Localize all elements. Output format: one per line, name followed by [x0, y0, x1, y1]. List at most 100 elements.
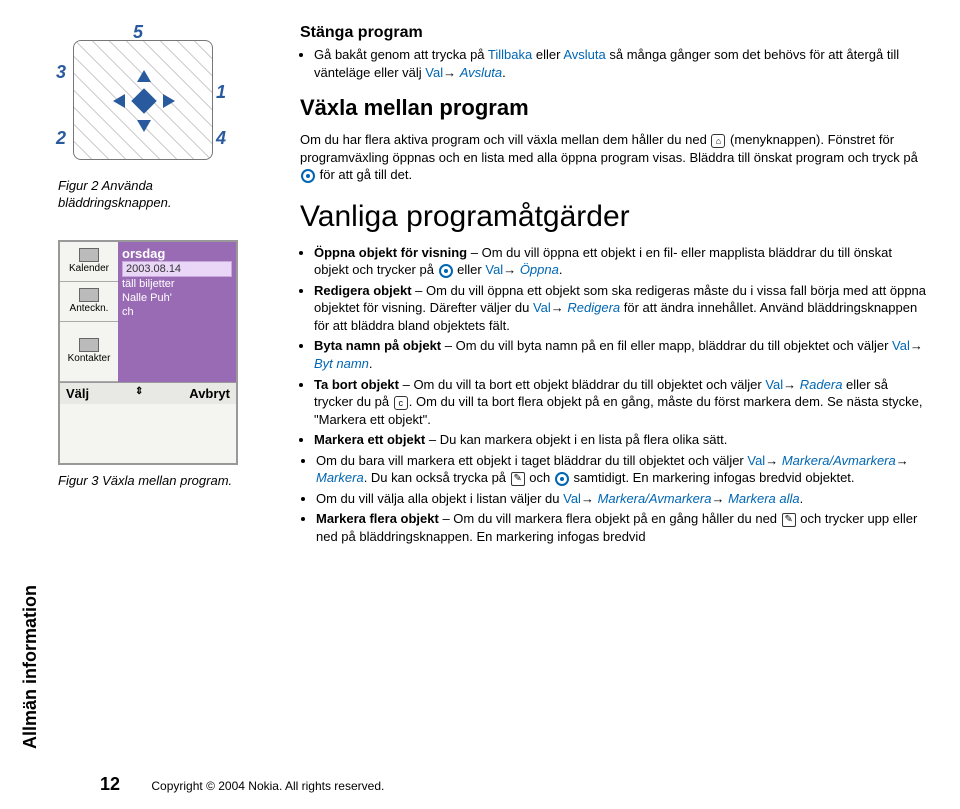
t: .	[800, 491, 804, 506]
mark-all-bullet: Om du vill välja alla objekt i listan vä…	[316, 490, 930, 508]
rename-bullet: Byta namn på objekt – Om du vill byta na…	[314, 337, 930, 372]
fig3-row1: täll biljetter	[122, 277, 232, 291]
nav-button-icon	[439, 264, 453, 278]
val-link: Val	[747, 453, 765, 468]
val-link: Val	[765, 377, 783, 392]
clear-key-icon: c	[394, 396, 408, 410]
open-bullet: Öppna objekt för visning – Om du vill öp…	[314, 244, 930, 279]
delete-label: Ta bort objekt	[314, 377, 399, 392]
edit-label: Redigera objekt	[314, 283, 412, 298]
markera-link: Markera	[316, 470, 364, 485]
open-label: Öppna objekt för visning	[314, 245, 467, 260]
common-heading: Vanliga programåtgärder	[300, 200, 930, 234]
figure-3: Kalender Anteckn. Kontakter orsdag 2003.…	[58, 240, 238, 465]
t: .	[559, 262, 563, 277]
fig3-kalender: Kalender	[60, 242, 118, 282]
main-content: Stänga program Gå bakåt genom att trycka…	[280, 20, 930, 759]
page-number: 12	[100, 774, 120, 794]
fig3-row2: Nalle Puh'	[122, 291, 232, 305]
fig3-softkey-left: Välj	[66, 386, 89, 401]
arrow: →	[910, 338, 923, 353]
t: samtidigt. En markering infogas bredvid …	[570, 470, 855, 485]
val-link: Val	[533, 300, 551, 315]
val-link: Val	[892, 338, 910, 353]
rename-label: Byta namn på objekt	[314, 338, 441, 353]
nav-button-icon	[555, 472, 569, 486]
copyright: Copyright © 2004 Nokia. All rights reser…	[151, 779, 384, 793]
t: Gå bakåt genom att trycka på	[314, 47, 488, 62]
t: eller	[454, 262, 486, 277]
delete-bullet: Ta bort objekt – Om du vill ta bort ett …	[314, 376, 930, 429]
fig3-softkey-mid: ⇕	[135, 386, 143, 401]
t: och	[526, 470, 554, 485]
fig3-date: 2003.08.14	[122, 261, 232, 277]
switch-heading: Växla mellan program	[300, 95, 930, 121]
figure-3-caption: Figur 3 Växla mellan program.	[58, 473, 265, 490]
oppna-link: Öppna	[520, 262, 559, 277]
tillbaka-link: Tillbaka	[488, 47, 532, 62]
radera-link: Radera	[800, 377, 843, 392]
pencil-key-icon: ✎	[782, 513, 796, 527]
val-link: Val	[425, 65, 443, 80]
mark1-label: Markera ett objekt	[314, 432, 425, 447]
figure-2-caption: Figur 2 Använda bläddringsknappen.	[58, 178, 265, 212]
bytnamn-link: Byt namn	[314, 356, 369, 371]
fig3-anteckn-label: Anteckn.	[70, 303, 109, 314]
mark4-label: Markera flera objekt	[316, 511, 439, 526]
t: Om du bara vill markera ett objekt i tag…	[316, 453, 747, 468]
fig2-label-3: 3	[56, 62, 66, 83]
switch-paragraph: Om du har flera aktiva program och vill …	[300, 131, 930, 184]
redigera-link: Redigera	[567, 300, 620, 315]
arrow: →	[711, 491, 728, 506]
left-column: 1 2 3 4 5 Figur 2 Använda bläddringsknap…	[50, 20, 280, 759]
val-link: Val	[563, 491, 581, 506]
fig3-kalender-label: Kalender	[69, 263, 109, 274]
fig3-main: orsdag 2003.08.14 täll biljetter Nalle P…	[118, 242, 236, 382]
arrow: →	[581, 491, 598, 506]
markav-link: Markera/Avmarkera	[782, 453, 896, 468]
mark-one-bullet: Markera ett objekt – Du kan markera obje…	[314, 431, 930, 449]
footer: 12 Copyright © 2004 Nokia. All rights re…	[100, 774, 384, 795]
t: eller	[532, 47, 563, 62]
avsluta-link: Avsluta	[563, 47, 605, 62]
mark-multi-bullet: Markera flera objekt – Om du vill marker…	[316, 510, 930, 545]
t: för att gå till det.	[316, 167, 412, 182]
avsluta2-link: Avsluta	[460, 65, 502, 80]
menu-key-icon: ⌂	[711, 134, 725, 148]
arrow: →	[896, 453, 909, 468]
fig3-kontakter: Kontakter	[60, 322, 118, 382]
fig3-anteckn: Anteckn.	[60, 282, 118, 322]
markav-link: Markera/Avmarkera	[598, 491, 712, 506]
figure-2: 1 2 3 4 5	[58, 30, 228, 170]
t: . Du kan också trycka på	[364, 470, 510, 485]
mark-single-bullet: Om du bara vill markera ett objekt i tag…	[316, 452, 930, 487]
close-program-heading: Stänga program	[300, 24, 930, 42]
close-program-bullet: Gå bakåt genom att trycka på Tillbaka el…	[314, 46, 930, 81]
arrow: →	[783, 377, 800, 392]
arrow: →	[765, 453, 782, 468]
t: – Om du vill byta namn på en fil eller m…	[441, 338, 892, 353]
fig3-row3: ch	[122, 305, 232, 319]
fig3-softkey-right: Avbryt	[189, 386, 230, 401]
t: .	[369, 356, 373, 371]
t: Om du vill välja alla objekt i listan vä…	[316, 491, 563, 506]
val-link: Val	[485, 262, 503, 277]
fig2-label-4: 4	[216, 128, 226, 149]
t: – Om du vill ta bort ett objekt bläddrar…	[399, 377, 765, 392]
edit-bullet: Redigera objekt – Om du vill öppna ett o…	[314, 282, 930, 335]
t: – Du kan markera objekt i en lista på fl…	[425, 432, 727, 447]
markalla-link: Markera alla	[728, 491, 800, 506]
pencil-key-icon: ✎	[511, 472, 525, 486]
nav-button-icon	[301, 169, 315, 183]
t: Om du har flera aktiva program och vill …	[300, 132, 710, 147]
t: – Om du vill markera flera objekt på en …	[439, 511, 781, 526]
fig2-label-2: 2	[56, 128, 66, 149]
fig3-kontakter-label: Kontakter	[68, 353, 111, 364]
t: .	[502, 65, 506, 80]
fig2-label-5: 5	[133, 22, 143, 43]
arrow: →	[443, 65, 460, 80]
fig3-header: orsdag	[122, 246, 232, 261]
section-label: Allmän information	[20, 20, 50, 759]
arrow: →	[551, 300, 568, 315]
arrow: →	[503, 262, 520, 277]
